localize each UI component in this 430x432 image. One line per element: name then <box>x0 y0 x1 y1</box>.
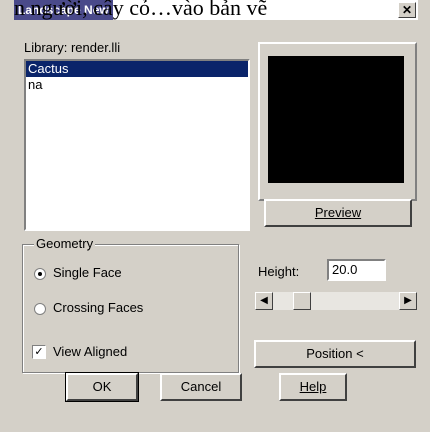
list-item-na[interactable]: na <box>26 77 248 93</box>
preview-button-label: Preview <box>314 205 362 220</box>
list-item-cactus[interactable]: Cactus <box>26 61 248 77</box>
single-face-text: Single Face <box>53 265 122 280</box>
view-aligned-text: View Aligned <box>53 344 128 359</box>
ok-button[interactable]: OK <box>65 372 139 402</box>
library-list[interactable]: Cactus na <box>24 59 250 231</box>
close-button[interactable]: ✕ <box>398 2 416 18</box>
title-bar[interactable]: Landscape New n người, cây cỏ…vào bản vẽ… <box>14 0 418 20</box>
preview-panel <box>258 42 417 201</box>
preview-button[interactable]: Preview <box>264 199 412 227</box>
view-aligned-label[interactable]: View Aligned <box>53 344 127 359</box>
height-label: Height: <box>258 264 299 279</box>
single-face-label[interactable]: Single Face <box>53 265 122 280</box>
geometry-group-title: Geometry <box>34 236 96 251</box>
scroll-thumb[interactable] <box>293 292 311 310</box>
height-input[interactable]: 20.0 <box>327 259 386 281</box>
cancel-button[interactable]: Cancel <box>160 373 242 401</box>
help-button[interactable]: Help <box>279 373 347 401</box>
overlay-caption: n người, cây cỏ…vào bản vẽ <box>14 0 268 20</box>
view-aligned-checkbox[interactable]: ✓ <box>32 345 46 359</box>
preview-image <box>268 56 404 183</box>
position-button[interactable]: Position < <box>254 340 416 368</box>
single-face-radio[interactable] <box>34 268 46 280</box>
library-label: Library: render.lli <box>24 40 121 55</box>
crossing-faces-text: Crossing Faces <box>53 300 144 315</box>
scroll-left-arrow-icon[interactable]: ◀ <box>255 292 273 310</box>
height-scrollbar[interactable]: ◀ ▶ <box>255 292 417 310</box>
help-button-label: Help <box>299 379 327 394</box>
crossing-faces-label[interactable]: Crossing Faces <box>53 300 143 315</box>
landscape-new-dialog: Landscape New n người, cây cỏ…vào bản vẽ… <box>0 0 430 432</box>
crossing-faces-radio[interactable] <box>34 303 46 315</box>
height-label-text: Height: <box>258 264 300 279</box>
scroll-right-arrow-icon[interactable]: ▶ <box>399 292 417 310</box>
